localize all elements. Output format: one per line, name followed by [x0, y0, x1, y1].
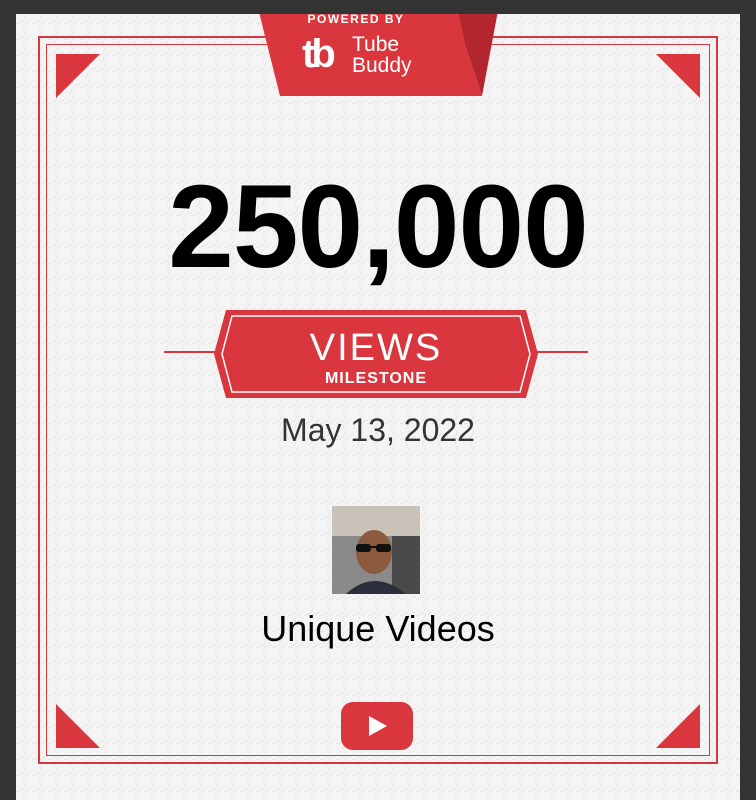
- milestone-metric: VIEWS: [309, 327, 443, 369]
- milestone-ribbon: VIEWS MILESTONE: [156, 306, 596, 402]
- milestone-label: MILESTONE: [324, 370, 428, 387]
- channel-name: Unique Videos: [261, 608, 495, 649]
- powered-by-badge: POWERED BY tb Tube Buddy: [256, 14, 500, 106]
- corner-ornament-top-right: [656, 54, 700, 98]
- tubebuddy-logo: tb Tube Buddy: [302, 32, 432, 80]
- tubebuddy-mark: tb: [302, 32, 336, 76]
- milestone-date: May 13, 2022: [281, 412, 475, 448]
- corner-ornament-top-left: [56, 54, 100, 98]
- milestone-card: POWERED BY tb Tube Buddy 250,000 VIEWS M…: [16, 14, 740, 800]
- powered-by-label: POWERED BY: [307, 14, 405, 26]
- youtube-play-icon: [341, 702, 413, 750]
- corner-ornament-bottom-left: [56, 704, 100, 748]
- tubebuddy-wordmark: Tube Buddy: [352, 34, 412, 76]
- corner-ornament-bottom-right: [656, 704, 700, 748]
- tubebuddy-word-tube: Tube: [352, 33, 400, 56]
- milestone-count: 250,000: [168, 161, 589, 293]
- channel-avatar: [332, 506, 420, 594]
- tubebuddy-word-buddy: Buddy: [352, 54, 412, 77]
